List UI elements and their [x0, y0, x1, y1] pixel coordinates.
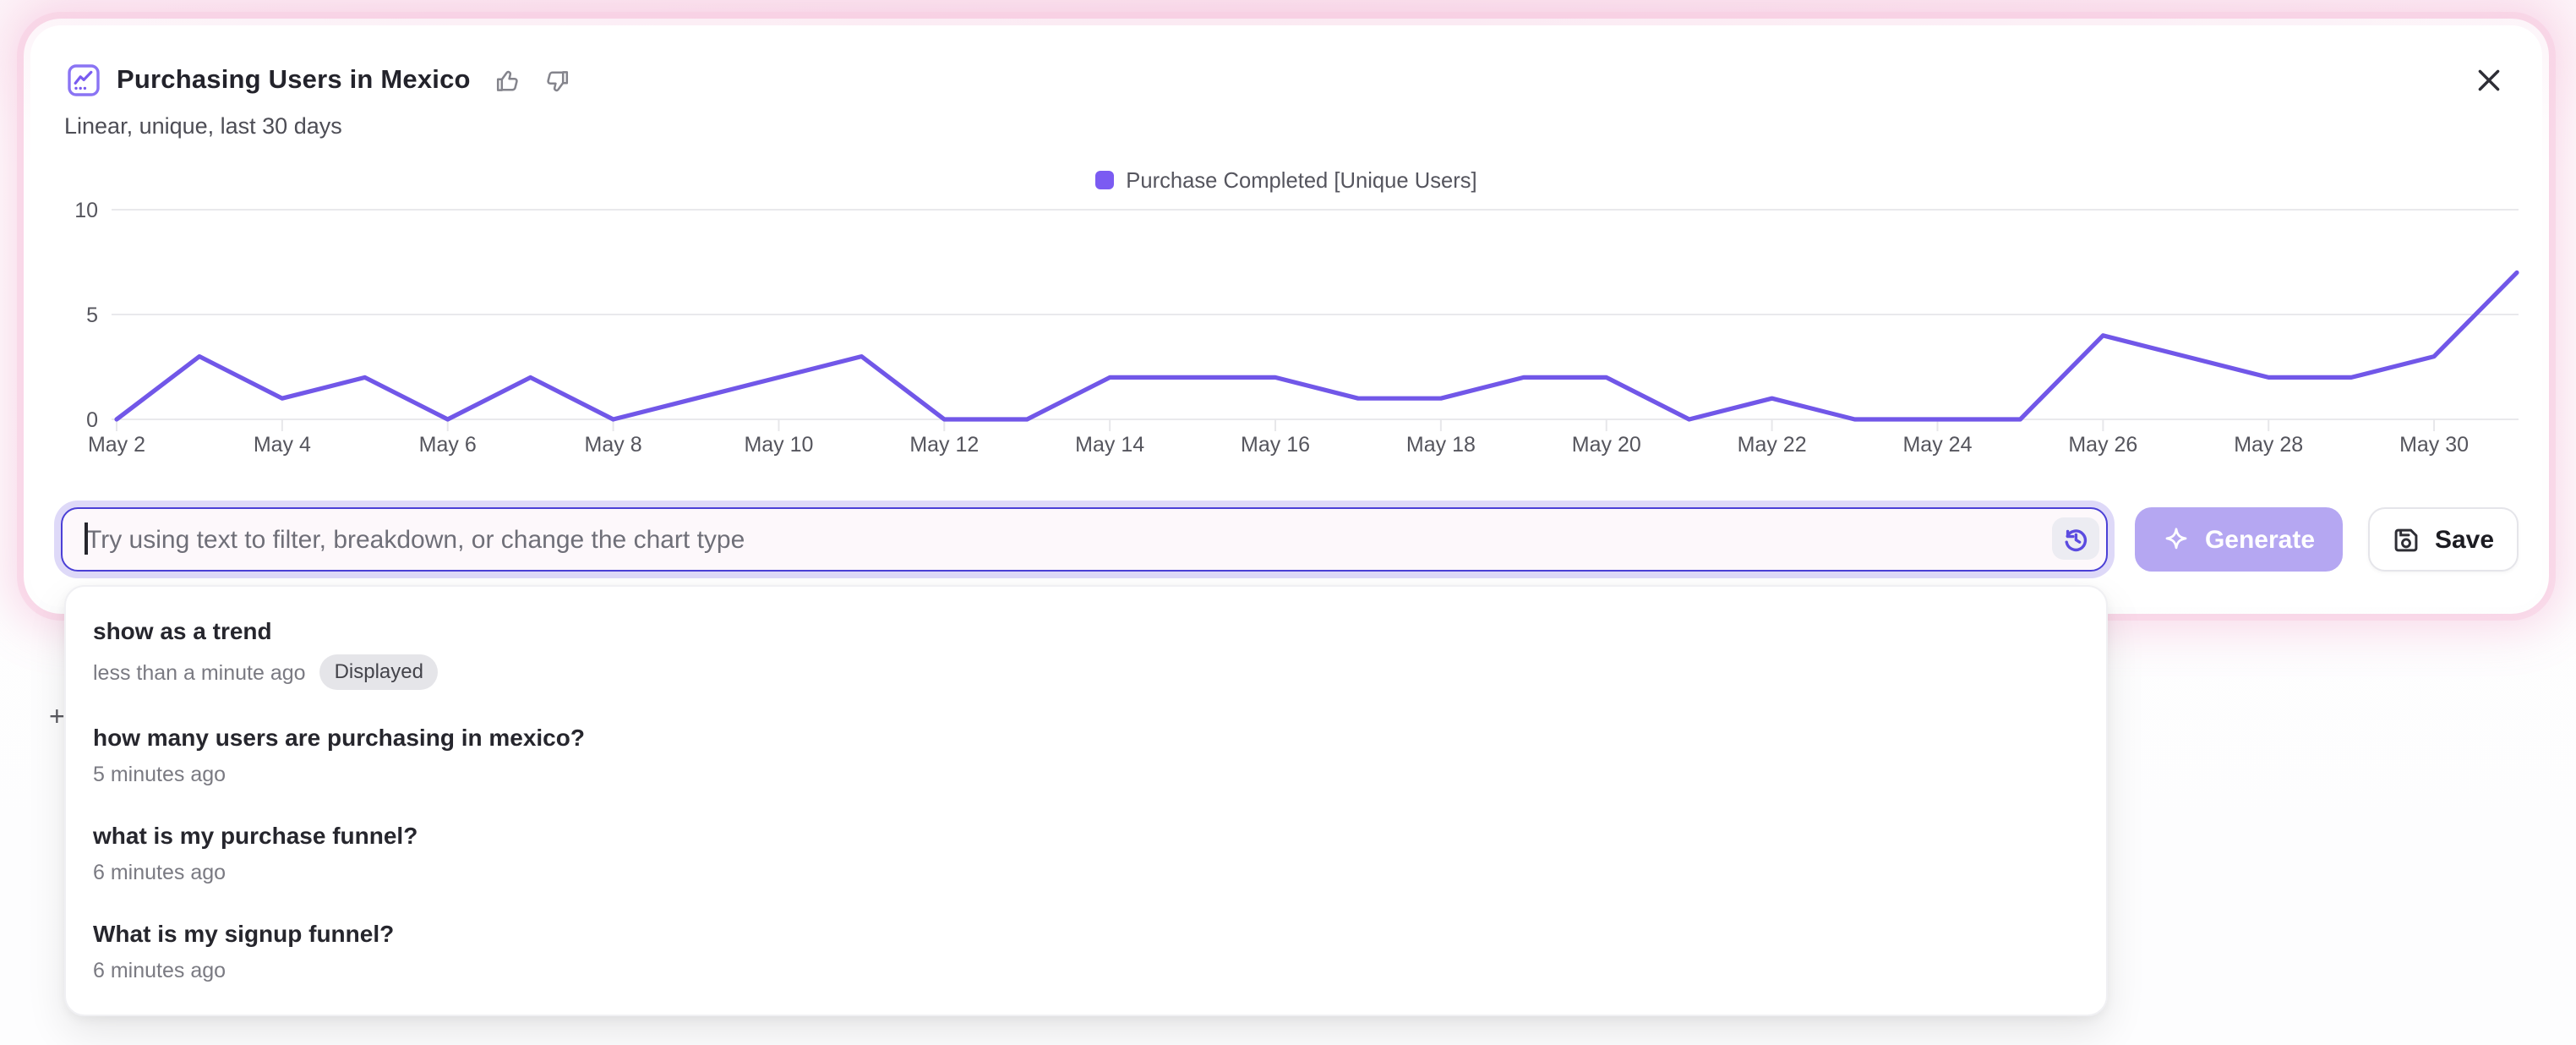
- history-item-meta: 6 minutes ago: [93, 859, 2079, 886]
- history-item[interactable]: how many users are purchasing in mexico?…: [66, 707, 2106, 805]
- thumbs-down-icon: [544, 67, 571, 94]
- svg-text:May 4: May 4: [254, 433, 311, 457]
- legend: Purchase Completed [Unique Users]: [30, 167, 2542, 193]
- history-item[interactable]: What is my signup funnel? 6 minutes ago: [66, 903, 2106, 1001]
- svg-text:May 26: May 26: [2068, 433, 2137, 457]
- svg-text:5: 5: [86, 304, 98, 327]
- svg-text:10: 10: [74, 199, 98, 222]
- save-button[interactable]: Save: [2368, 507, 2519, 572]
- svg-text:May 30: May 30: [2399, 433, 2469, 457]
- chart-card: Purchasing Users in Mexico Linear, uniqu…: [30, 25, 2542, 607]
- background-plus-button[interactable]: +: [49, 703, 65, 734]
- history-item-query: What is my signup funnel?: [93, 918, 2079, 949]
- generate-button-label: Generate: [2205, 525, 2315, 554]
- history-item-query: show as a trend: [93, 616, 2079, 646]
- thumbs-down-button[interactable]: [543, 66, 572, 95]
- history-item-time: 5 minutes ago: [93, 761, 226, 788]
- history-button[interactable]: [2052, 517, 2099, 560]
- close-icon: [2474, 65, 2502, 94]
- svg-text:May 8: May 8: [585, 433, 642, 457]
- card-header: Purchasing Users in Mexico: [68, 64, 572, 96]
- history-item-meta: 5 minutes ago: [93, 761, 2079, 788]
- svg-text:May 22: May 22: [1738, 433, 1807, 457]
- history-item-time: 6 minutes ago: [93, 957, 226, 984]
- history-item[interactable]: what is my purchase funnel? 6 minutes ago: [66, 805, 2106, 903]
- svg-text:May 20: May 20: [1572, 433, 1641, 457]
- svg-text:May 28: May 28: [2234, 433, 2303, 457]
- page-title: Purchasing Users in Mexico: [117, 65, 471, 96]
- history-item-time: 6 minutes ago: [93, 859, 226, 886]
- text-caret: [85, 522, 87, 555]
- history-item-query: how many users are purchasing in mexico?: [93, 722, 2079, 752]
- history-item-query: what is my purchase funnel?: [93, 820, 2079, 851]
- legend-label: Purchase Completed [Unique Users]: [1126, 167, 1476, 193]
- thumbs-up-icon: [494, 67, 521, 94]
- svg-text:May 14: May 14: [1075, 433, 1144, 457]
- history-item-time: less than a minute ago: [93, 659, 306, 686]
- svg-text:0: 0: [86, 408, 98, 432]
- sparkle-icon: [2163, 525, 2191, 554]
- page-background: Purchasing Users in Mexico Linear, uniqu…: [0, 0, 2576, 1045]
- history-item-meta: 6 minutes ago: [93, 957, 2079, 984]
- prompt-input-wrap: [61, 507, 2108, 572]
- chart-subtitle: Linear, unique, last 30 days: [64, 113, 342, 139]
- legend-swatch: [1095, 171, 1114, 189]
- close-button[interactable]: [2471, 63, 2505, 96]
- prompt-history-dropdown: show as a trend less than a minute ago Dis…: [64, 585, 2108, 1016]
- history-item-status-badge: Displayed: [319, 654, 439, 690]
- svg-text:May 24: May 24: [1902, 433, 1972, 457]
- svg-text:May 10: May 10: [744, 433, 813, 457]
- line-chart-plot[interactable]: 0 5 10 May 2 May 4 May 6 May 8 May 10 May 12 May …: [51, 194, 2522, 468]
- thumbs-up-button[interactable]: [493, 66, 521, 95]
- save-icon: [2393, 525, 2421, 554]
- save-button-label: Save: [2435, 525, 2494, 554]
- svg-text:May 2: May 2: [88, 433, 145, 457]
- line-chart-icon: [68, 64, 100, 96]
- prompt-input[interactable]: [63, 509, 2106, 570]
- history-clock-icon: [2060, 523, 2091, 554]
- svg-text:May 18: May 18: [1406, 433, 1476, 457]
- svg-text:May 16: May 16: [1241, 433, 1310, 457]
- history-item-meta: less than a minute ago Displayed: [93, 654, 2079, 690]
- generate-button[interactable]: Generate: [2135, 507, 2343, 572]
- svg-text:May 6: May 6: [419, 433, 477, 457]
- history-item[interactable]: show as a trend less than a minute ago Dis…: [66, 600, 2106, 707]
- svg-text:May 12: May 12: [909, 433, 979, 457]
- legend-item[interactable]: Purchase Completed [Unique Users]: [1095, 167, 1476, 193]
